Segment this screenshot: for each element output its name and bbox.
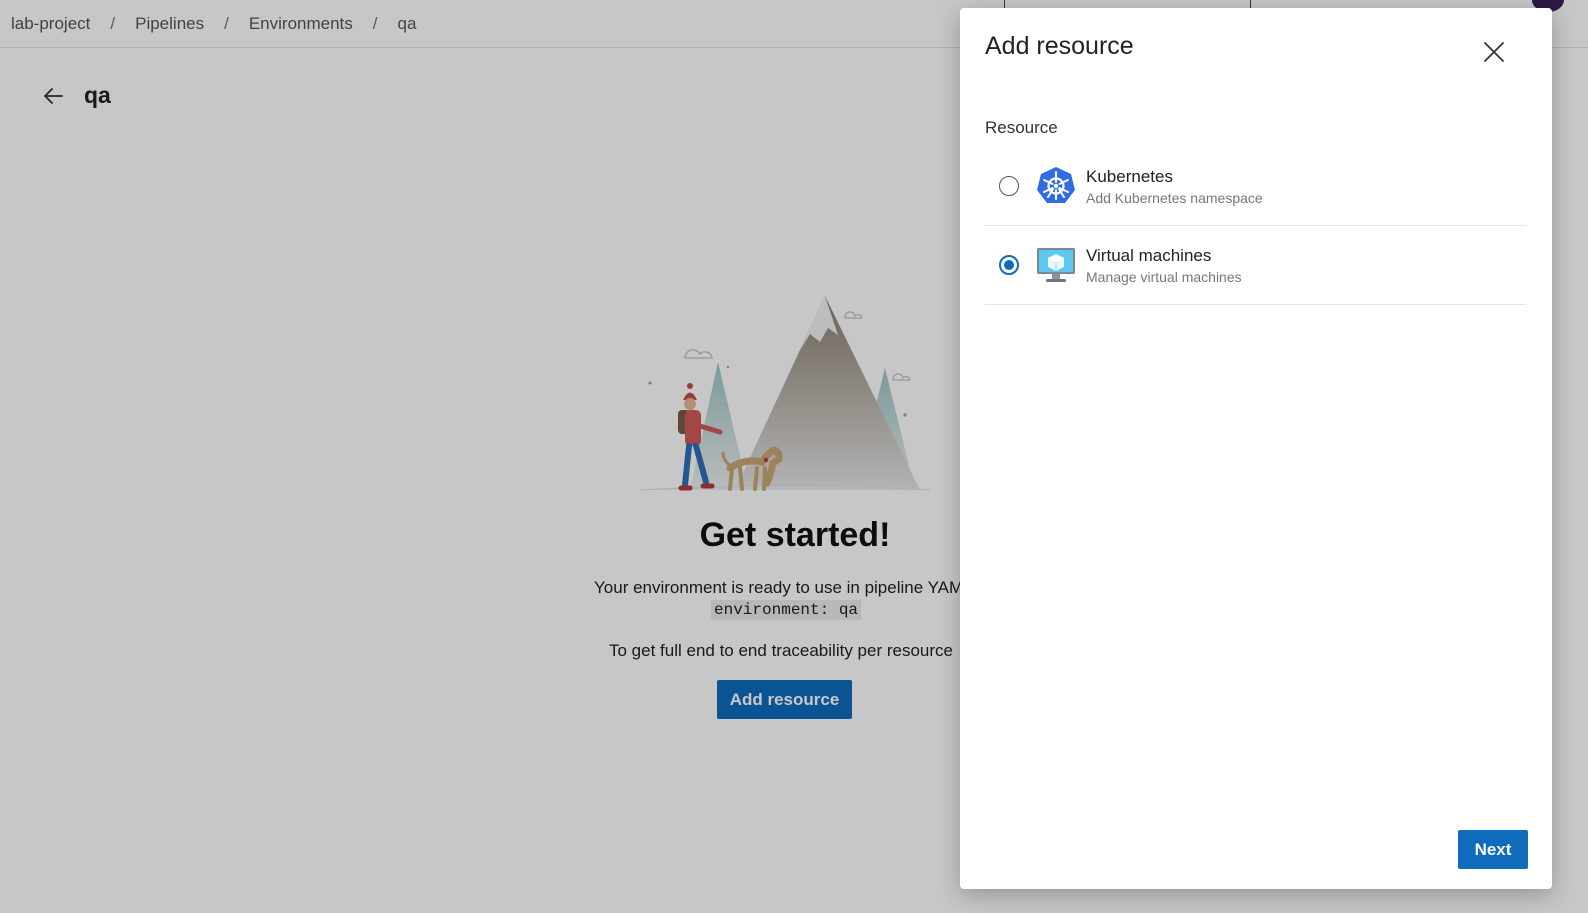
resource-section-label: Resource bbox=[985, 118, 1058, 137]
kubernetes-option-title: Kubernetes bbox=[1086, 167, 1173, 186]
kubernetes-radio[interactable] bbox=[999, 176, 1019, 196]
virtual-machines-radio[interactable] bbox=[999, 255, 1019, 275]
virtual-machines-option-subtitle: Manage virtual machines bbox=[1086, 269, 1242, 285]
close-icon bbox=[1484, 42, 1504, 62]
next-button[interactable]: Next bbox=[1458, 830, 1528, 869]
virtual-machines-option-title: Virtual machines bbox=[1086, 246, 1212, 265]
resource-option-kubernetes[interactable]: Kubernetes Add Kubernetes namespace bbox=[985, 147, 1526, 226]
panel-title: Add resource bbox=[985, 32, 1134, 60]
add-resource-panel: Add resource Resource Kubernetes Add Kub… bbox=[960, 8, 1552, 889]
close-button[interactable] bbox=[1480, 38, 1508, 66]
kubernetes-option-subtitle: Add Kubernetes namespace bbox=[1086, 190, 1263, 206]
kubernetes-icon bbox=[1037, 167, 1075, 203]
resource-option-virtual-machines[interactable]: Virtual machines Manage virtual machines bbox=[985, 226, 1526, 305]
virtual-machine-icon bbox=[1037, 248, 1075, 282]
